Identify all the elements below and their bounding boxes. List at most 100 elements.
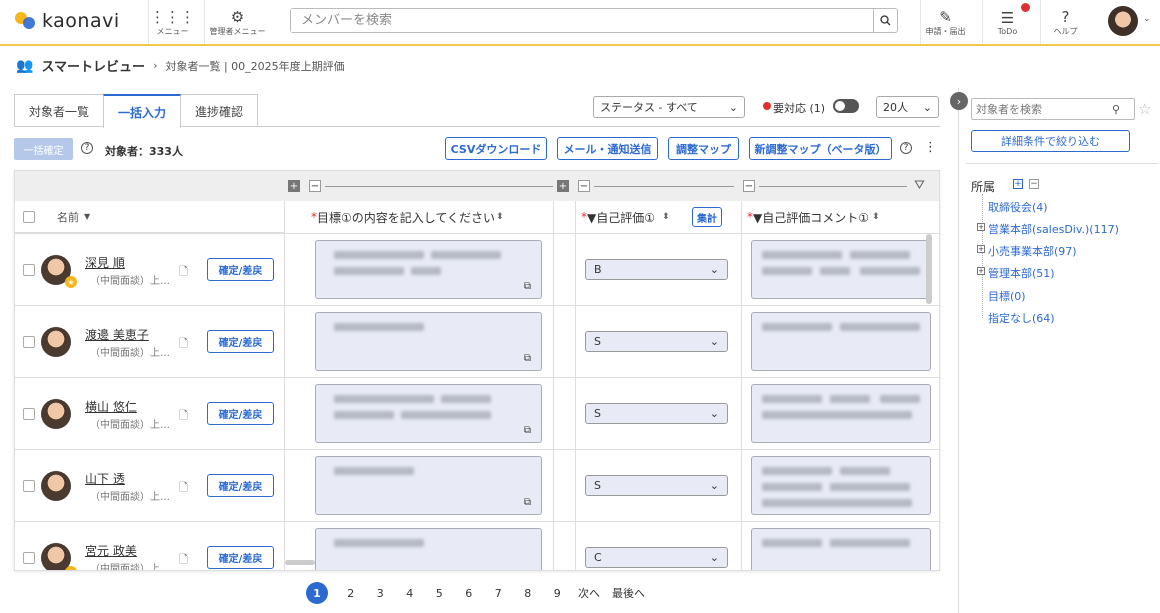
page-7[interactable]: 7 bbox=[484, 587, 514, 600]
tab-progress[interactable]: 進捗確認 bbox=[180, 94, 259, 127]
search-icon[interactable]: ⚲ bbox=[1112, 103, 1120, 116]
document-icon[interactable]: 🗋 bbox=[179, 551, 188, 570]
tree-item[interactable]: 指定なし(64) bbox=[988, 310, 1055, 326]
search-icon[interactable] bbox=[873, 9, 897, 32]
chevron-down-icon[interactable]: ⌄ bbox=[1143, 14, 1151, 24]
avatar[interactable] bbox=[41, 327, 71, 357]
page-1[interactable]: 1 bbox=[306, 582, 328, 604]
help-icon[interactable]: ? bbox=[900, 142, 912, 154]
confirm-return-button[interactable]: 確定/差戻 bbox=[207, 474, 274, 497]
avatar[interactable] bbox=[41, 399, 71, 429]
self-comment-textarea[interactable] bbox=[751, 384, 931, 443]
page-6[interactable]: 6 bbox=[454, 587, 484, 600]
page-8[interactable]: 8 bbox=[513, 587, 543, 600]
sort-icon[interactable]: ⬍ bbox=[662, 212, 670, 222]
expand-window-icon[interactable]: ⧉ bbox=[524, 497, 531, 508]
aggregate-button[interactable]: 集計 bbox=[692, 207, 722, 227]
expand-icon[interactable]: + bbox=[288, 180, 300, 192]
self-comment-textarea[interactable] bbox=[751, 240, 931, 299]
document-icon[interactable]: 🗋 bbox=[179, 335, 188, 354]
collapse-sidebar-icon[interactable]: › bbox=[950, 92, 968, 110]
page-9[interactable]: 9 bbox=[543, 587, 573, 600]
tab-bulk-input[interactable]: 一括入力 bbox=[103, 94, 182, 128]
target-search-input[interactable] bbox=[972, 102, 1112, 116]
next-page-link[interactable]: 次へ bbox=[578, 585, 600, 601]
sort-icon[interactable]: ⬍ bbox=[496, 212, 504, 222]
mail-notify-button[interactable]: メール・通知送信 bbox=[557, 137, 658, 160]
page-5[interactable]: 5 bbox=[425, 587, 455, 600]
row-checkbox[interactable] bbox=[23, 552, 35, 564]
tree-item[interactable]: + 小売事業本部(97) bbox=[977, 243, 1077, 259]
help-button[interactable]: ? ヘルプ bbox=[1040, 0, 1090, 44]
employee-name[interactable]: 山下 透 bbox=[85, 470, 125, 487]
self-eval-select[interactable]: S ⌄ bbox=[585, 475, 728, 496]
tree-item[interactable]: + 営業本部(salesDiv.)(117) bbox=[977, 221, 1119, 237]
tree-item[interactable]: + 管理本部(51) bbox=[977, 265, 1055, 281]
select-all-checkbox[interactable] bbox=[23, 211, 35, 223]
document-icon[interactable]: 🗋 bbox=[179, 479, 188, 498]
employee-name[interactable]: 横山 悠仁 bbox=[85, 398, 137, 415]
page-2[interactable]: 2 bbox=[336, 587, 366, 600]
expand-all-icon[interactable]: + bbox=[1013, 179, 1023, 189]
horizontal-scrollbar[interactable] bbox=[285, 560, 315, 565]
collapse-icon[interactable]: − bbox=[309, 180, 321, 192]
confirm-return-button[interactable]: 確定/差戻 bbox=[207, 330, 274, 353]
self-eval-select[interactable]: C ⌄ bbox=[585, 547, 728, 568]
csv-download-button[interactable]: CSVダウンロード bbox=[445, 137, 547, 160]
sort-down-icon[interactable]: ▼ bbox=[84, 212, 90, 221]
confirm-return-button[interactable]: 確定/差戻 bbox=[207, 258, 274, 281]
expand-icon[interactable]: + bbox=[557, 180, 569, 192]
self-eval-select[interactable]: S ⌄ bbox=[585, 331, 728, 352]
sort-icon[interactable]: ⬍ bbox=[872, 212, 880, 222]
self-eval-select[interactable]: S ⌄ bbox=[585, 403, 728, 424]
document-icon[interactable]: 🗋 bbox=[179, 407, 188, 426]
more-vertical-icon[interactable]: ⋮ bbox=[924, 140, 937, 155]
goal-textarea[interactable]: ⧉ bbox=[315, 456, 542, 515]
self-eval-column-label[interactable]: ▼自己評価① bbox=[587, 209, 655, 226]
filter-icon[interactable]: ⛛ bbox=[914, 178, 925, 193]
expand-window-icon[interactable]: ⧉ bbox=[524, 569, 531, 570]
expand-node-icon[interactable]: + bbox=[977, 267, 985, 275]
self-comment-textarea[interactable] bbox=[751, 456, 931, 515]
expand-window-icon[interactable]: ⧉ bbox=[524, 425, 531, 436]
row-checkbox[interactable] bbox=[23, 408, 35, 420]
tree-item[interactable]: 取締役会(4) bbox=[988, 199, 1048, 215]
page-title[interactable]: スマートレビュー bbox=[41, 56, 145, 75]
tab-target-list[interactable]: 対象者一覧 bbox=[14, 94, 105, 127]
employee-name[interactable]: 渡邊 美恵子 bbox=[85, 326, 149, 343]
self-comment-textarea[interactable] bbox=[751, 312, 931, 371]
page-3[interactable]: 3 bbox=[366, 587, 396, 600]
row-checkbox[interactable] bbox=[23, 480, 35, 492]
employee-name[interactable]: 深見 順 bbox=[85, 254, 125, 271]
employee-name[interactable]: 宮元 政美 bbox=[85, 542, 137, 559]
page-4[interactable]: 4 bbox=[395, 587, 425, 600]
apply-button[interactable]: ✎ 申請・届出 bbox=[920, 0, 970, 44]
brand-logo[interactable]: kaonavi bbox=[14, 10, 120, 32]
star-icon[interactable]: ☆ bbox=[1138, 100, 1151, 118]
avatar[interactable] bbox=[41, 471, 71, 501]
status-select[interactable]: ステータス - すべて ⌄ bbox=[593, 96, 745, 118]
collapse-all-icon[interactable]: − bbox=[1029, 179, 1039, 189]
expand-node-icon[interactable]: + bbox=[977, 245, 985, 253]
document-icon[interactable]: 🗋 bbox=[179, 263, 188, 282]
confirm-return-button[interactable]: 確定/差戻 bbox=[207, 402, 274, 425]
member-search-input[interactable] bbox=[291, 9, 873, 32]
new-adjust-map-button[interactable]: 新調整マップ（ベータ版） bbox=[749, 137, 892, 160]
vertical-scrollbar[interactable] bbox=[926, 234, 932, 304]
self-comment-textarea[interactable] bbox=[751, 528, 931, 570]
expand-node-icon[interactable]: + bbox=[977, 223, 985, 231]
row-checkbox[interactable] bbox=[23, 264, 35, 276]
self-comment-column-label[interactable]: ▼自己評価コメント① bbox=[753, 209, 869, 226]
name-column-label[interactable]: 名前 bbox=[57, 209, 79, 225]
collapse-icon[interactable]: − bbox=[578, 180, 590, 192]
menu-button[interactable]: ⋮⋮⋮ メニュー bbox=[148, 0, 196, 44]
user-avatar[interactable] bbox=[1108, 6, 1138, 36]
goal-textarea[interactable]: ⧉ bbox=[315, 384, 542, 443]
tree-item[interactable]: 目標(0) bbox=[988, 288, 1026, 304]
goal-textarea[interactable]: ⧉ bbox=[315, 528, 542, 570]
expand-window-icon[interactable]: ⧉ bbox=[524, 353, 531, 364]
collapse-icon[interactable]: − bbox=[743, 180, 755, 192]
goal-column-label[interactable]: 目標①の内容を記入してください bbox=[317, 209, 495, 226]
admin-menu-button[interactable]: ⚙ 管理者メニュー bbox=[204, 0, 270, 44]
help-icon[interactable]: ? bbox=[81, 142, 93, 154]
